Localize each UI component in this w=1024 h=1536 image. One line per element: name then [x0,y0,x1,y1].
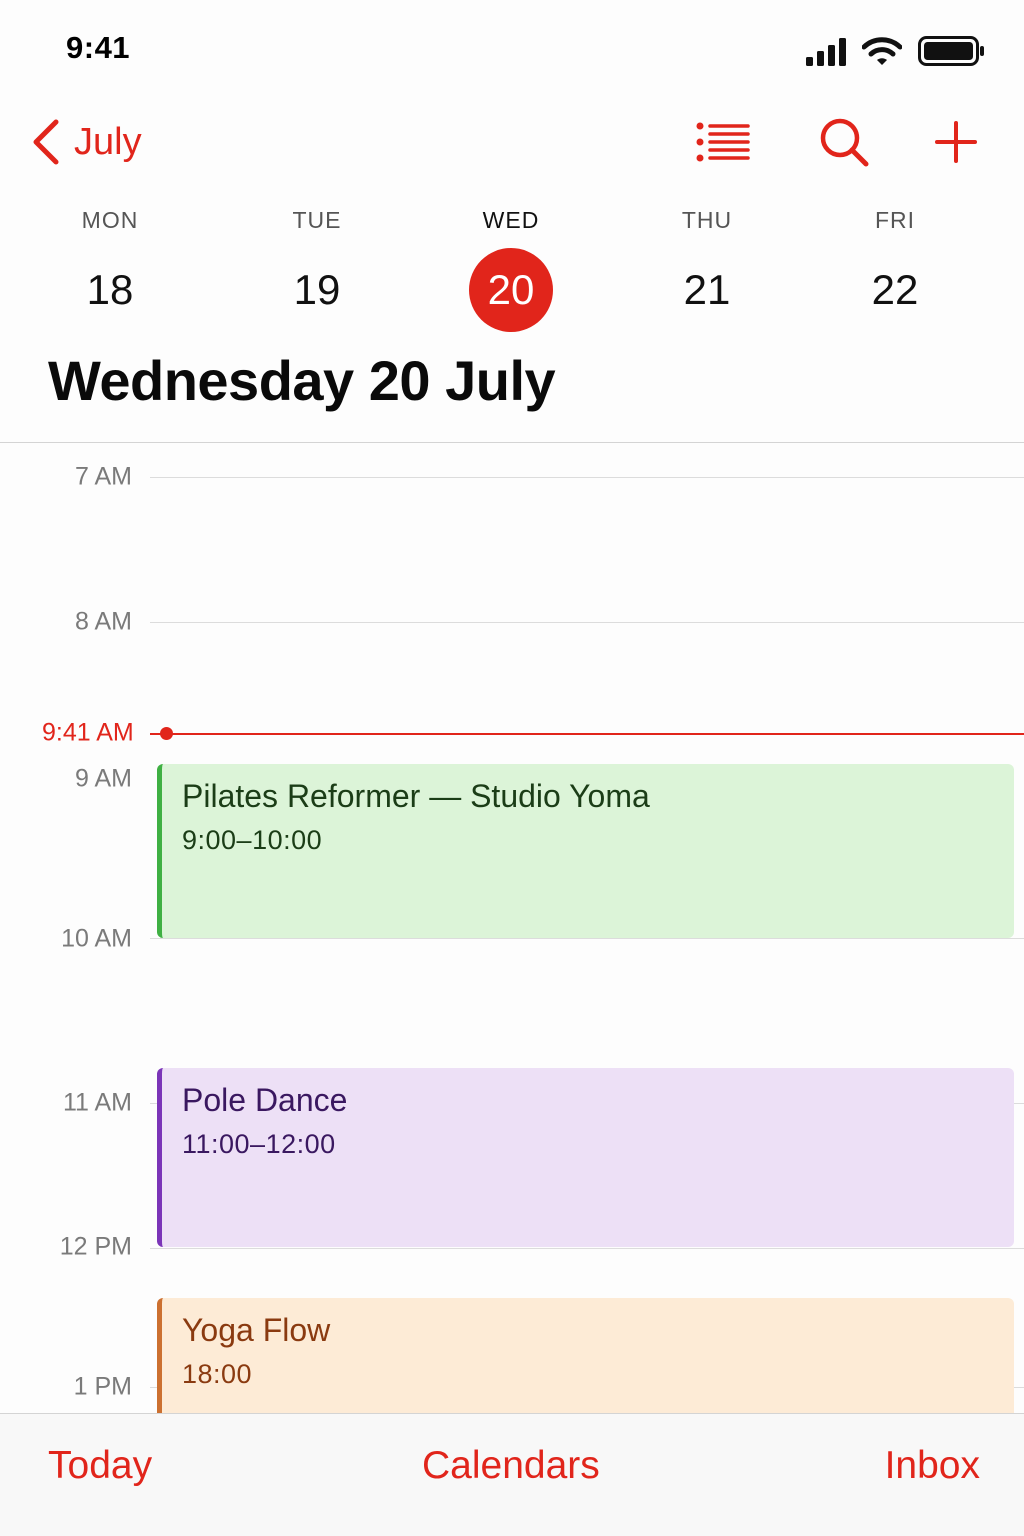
event-title: Pole Dance [182,1082,348,1118]
selected-day-circle: 20 [469,248,553,332]
tab-today[interactable]: Today [48,1444,152,1488]
day-fri[interactable]: FRI 22 [835,200,955,332]
event-pole-dance[interactable]: Pole Dance 11:00–12:00 [157,1068,1014,1247]
hour-line [150,477,1024,478]
search-icon[interactable] [818,116,870,168]
wifi-icon [862,37,902,65]
hour-label: 8 AM [75,607,132,636]
back-label: July [74,120,142,163]
battery-icon [918,36,984,66]
event-time: 9:00–10:00 [182,825,323,855]
hour-label: 7 AM [75,462,132,491]
status-bar: 9:41 [0,0,1024,100]
day-number-wrap: 18 [68,248,152,332]
day-number: 21 [683,266,731,313]
day-number-wrap: 19 [275,248,359,332]
tab-bar: Today Calendars Inbox [0,1413,1024,1536]
date-title: Wednesday 20 July [48,349,556,412]
day-number-wrap: 22 [853,248,937,332]
day-name: WED [482,207,540,233]
day-number: 20 [487,266,535,313]
day-number: 22 [871,266,919,313]
hour-label: 9 AM [75,764,132,793]
event-title: Pilates Reformer — Studio Yoma [182,778,650,814]
day-tue[interactable]: TUE 19 [257,200,377,332]
event-time: 18:00 [182,1359,253,1389]
status-time: 9:41 [66,30,131,65]
chevron-left-icon [33,119,59,165]
day-name: FRI [874,207,916,233]
hour-label: 11 AM [62,1088,132,1117]
day-timeline[interactable]: 7 AM 8 AM 9 AM 10 AM 11 AM 12 PM 1 PM 9:… [0,443,1024,1413]
hour-line [150,1248,1024,1249]
tab-inbox[interactable]: Inbox [885,1444,980,1488]
day-number: 19 [293,266,341,313]
day-mon[interactable]: MON 18 [50,200,170,332]
event-pilates-reformer[interactable]: Pilates Reformer — Studio Yoma 9:00–10:0… [157,764,1014,938]
hour-line [150,938,1024,939]
event-yoga-flow[interactable]: Yoga Flow 18:00 [157,1298,1014,1413]
tab-calendars[interactable]: Calendars [422,1444,600,1488]
day-number-wrap: 21 [665,248,749,332]
signal-icon [806,38,846,66]
day-name: THU [681,207,733,233]
week-strip: MON 18 TUE 19 WED 20 THU 21 FRI 22 [0,200,1024,340]
list-icon[interactable] [694,120,750,164]
day-name: TUE [292,207,342,233]
day-name: MON [81,207,139,233]
day-wed[interactable]: WED 20 [451,200,571,332]
hour-label: 1 PM [73,1372,132,1401]
current-time-line [150,733,1024,735]
hour-label: 12 PM [59,1232,132,1261]
hour-label: 10 AM [61,924,132,953]
day-thu[interactable]: THU 21 [647,200,767,332]
event-time: 11:00–12:00 [182,1129,336,1159]
current-time-label: 9:41 AM [42,718,134,747]
day-number: 18 [86,266,134,313]
current-time-dot [160,727,173,740]
hour-line [150,622,1024,623]
add-icon[interactable] [934,120,978,164]
back-button[interactable]: July [30,114,142,170]
event-title: Yoga Flow [182,1312,331,1348]
